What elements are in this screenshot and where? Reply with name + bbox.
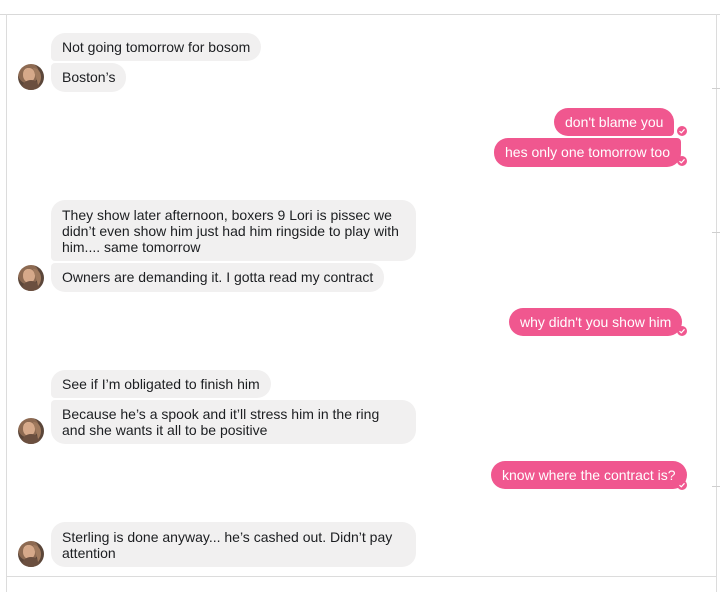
incoming-message[interactable]: Owners are demanding it. I gotta read my… — [51, 263, 385, 292]
seen-check-icon — [677, 156, 687, 166]
avatar-photo-icon — [21, 545, 41, 567]
right-divider-mark — [712, 486, 720, 487]
incoming-message[interactable]: Not going tomorrow for bosom — [51, 33, 262, 61]
outgoing-message[interactable]: know where the contract is? — [491, 461, 687, 489]
avatar-photo-icon — [21, 68, 41, 90]
incoming-message[interactable]: Sterling is done anyway... he’s cashed o… — [51, 522, 416, 567]
right-divider-mark — [712, 232, 720, 233]
incoming-message[interactable]: They show later afternoon, boxers 9 Lori… — [51, 200, 416, 261]
avatar-photo-icon — [21, 422, 41, 444]
incoming-message[interactable]: Boston’s — [51, 63, 127, 92]
seen-check-icon — [677, 126, 687, 136]
avatar-photo-icon — [21, 269, 41, 291]
seen-check-icon — [677, 480, 687, 490]
contact-avatar[interactable] — [18, 64, 44, 90]
contact-avatar[interactable] — [18, 418, 44, 444]
incoming-message[interactable]: Because he’s a spook and it’ll stress hi… — [51, 400, 416, 444]
contact-avatar[interactable] — [18, 541, 44, 567]
outgoing-message[interactable]: don't blame you — [554, 108, 675, 136]
contact-avatar[interactable] — [18, 265, 44, 291]
incoming-message[interactable]: See if I’m obligated to finish him — [51, 370, 271, 398]
outgoing-message[interactable]: hes only one tomorrow too — [494, 138, 681, 167]
seen-check-icon — [677, 326, 687, 336]
right-border — [716, 14, 717, 592]
right-divider-mark — [712, 88, 720, 89]
bottom-border — [6, 576, 716, 577]
outgoing-message[interactable]: why didn't you show him — [509, 308, 683, 336]
left-border — [6, 14, 7, 592]
window-top-bar — [0, 0, 720, 15]
